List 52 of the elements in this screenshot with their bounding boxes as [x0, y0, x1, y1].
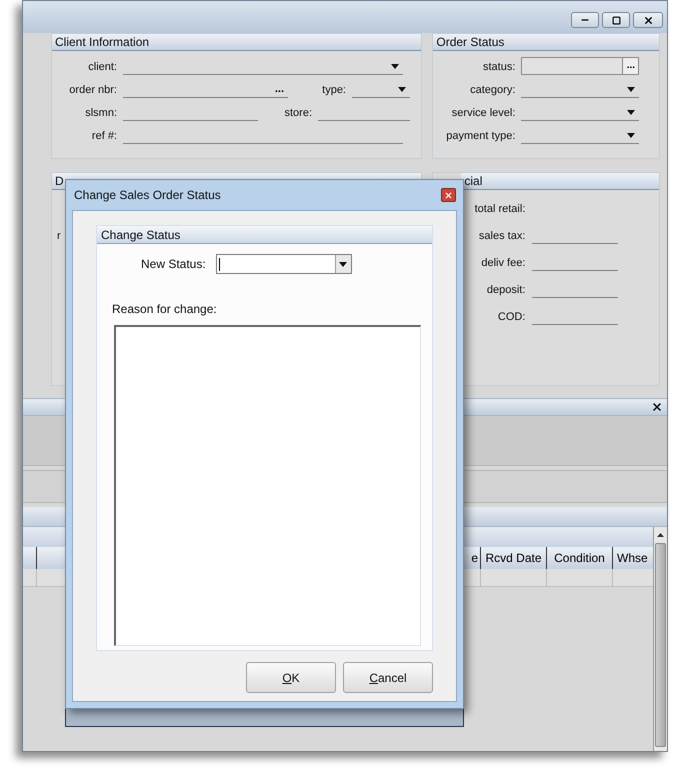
- field-label: ref #:: [90, 128, 117, 144]
- column-header[interactable]: Condition: [547, 547, 613, 569]
- dialog-button[interactable]: OK: [246, 662, 336, 693]
- caret-icon: [627, 86, 636, 92]
- close-button[interactable]: [633, 12, 663, 28]
- caret-icon: [391, 64, 399, 68]
- panel-header: Order Status: [433, 34, 659, 51]
- scroll-thumb[interactable]: [655, 543, 666, 747]
- field-label: sales tax:: [478, 228, 526, 244]
- caret-icon: [627, 110, 636, 114]
- caret-icon: [339, 262, 348, 266]
- field-label: r: [57, 230, 61, 242]
- field-label: deposit:: [486, 282, 526, 298]
- close-icon: [642, 14, 654, 26]
- status-dropdown[interactable]: [216, 254, 352, 274]
- dialog-title: Change Sales Order Status: [74, 187, 221, 204]
- caret-icon: [398, 86, 406, 92]
- field-label: Reason for change:: [112, 301, 218, 318]
- field-label: order nbr:: [68, 82, 117, 98]
- lookup-field[interactable]: ...: [123, 81, 288, 98]
- column-header[interactable]: Whse: [613, 547, 653, 569]
- field-label: status:: [482, 60, 516, 74]
- field-label: slsmn:: [84, 106, 117, 120]
- field-label: deliv fee:: [480, 256, 526, 270]
- close-button[interactable]: [441, 188, 456, 202]
- field-label: payment type:: [445, 128, 516, 144]
- lookup-field[interactable]: ...: [521, 57, 640, 75]
- field-label: New Status:: [141, 256, 206, 273]
- column-header[interactable]: Rcvd Date: [481, 547, 547, 569]
- ellipsis-button[interactable]: ...: [274, 84, 284, 94]
- caret-icon: [627, 132, 636, 138]
- group-header: Change Status: [97, 226, 432, 244]
- field-label: category:: [469, 82, 516, 98]
- maximize-button[interactable]: [602, 12, 630, 28]
- field-label: service level:: [450, 106, 516, 120]
- text-cursor: [218, 258, 220, 270]
- maximize-icon: [612, 16, 620, 24]
- field-label: store:: [283, 106, 312, 120]
- field-label: client:: [87, 60, 117, 74]
- field-label: total retail:: [474, 202, 526, 216]
- table-cell: [613, 569, 653, 586]
- scroll-up-icon[interactable]: [657, 533, 664, 537]
- close-icon: [444, 190, 453, 200]
- dialog-button[interactable]: Cancel: [343, 662, 433, 693]
- panel-header: Client Information: [52, 34, 422, 51]
- field-label: COD:: [496, 310, 526, 324]
- ellipsis-button[interactable]: ...: [622, 58, 638, 74]
- dropdown-arrow-button[interactable]: [334, 255, 351, 273]
- close-icon[interactable]: [651, 401, 663, 413]
- scrollbar[interactable]: [653, 527, 667, 751]
- panel-header: cial: [461, 173, 659, 190]
- field-label: type:: [321, 82, 346, 98]
